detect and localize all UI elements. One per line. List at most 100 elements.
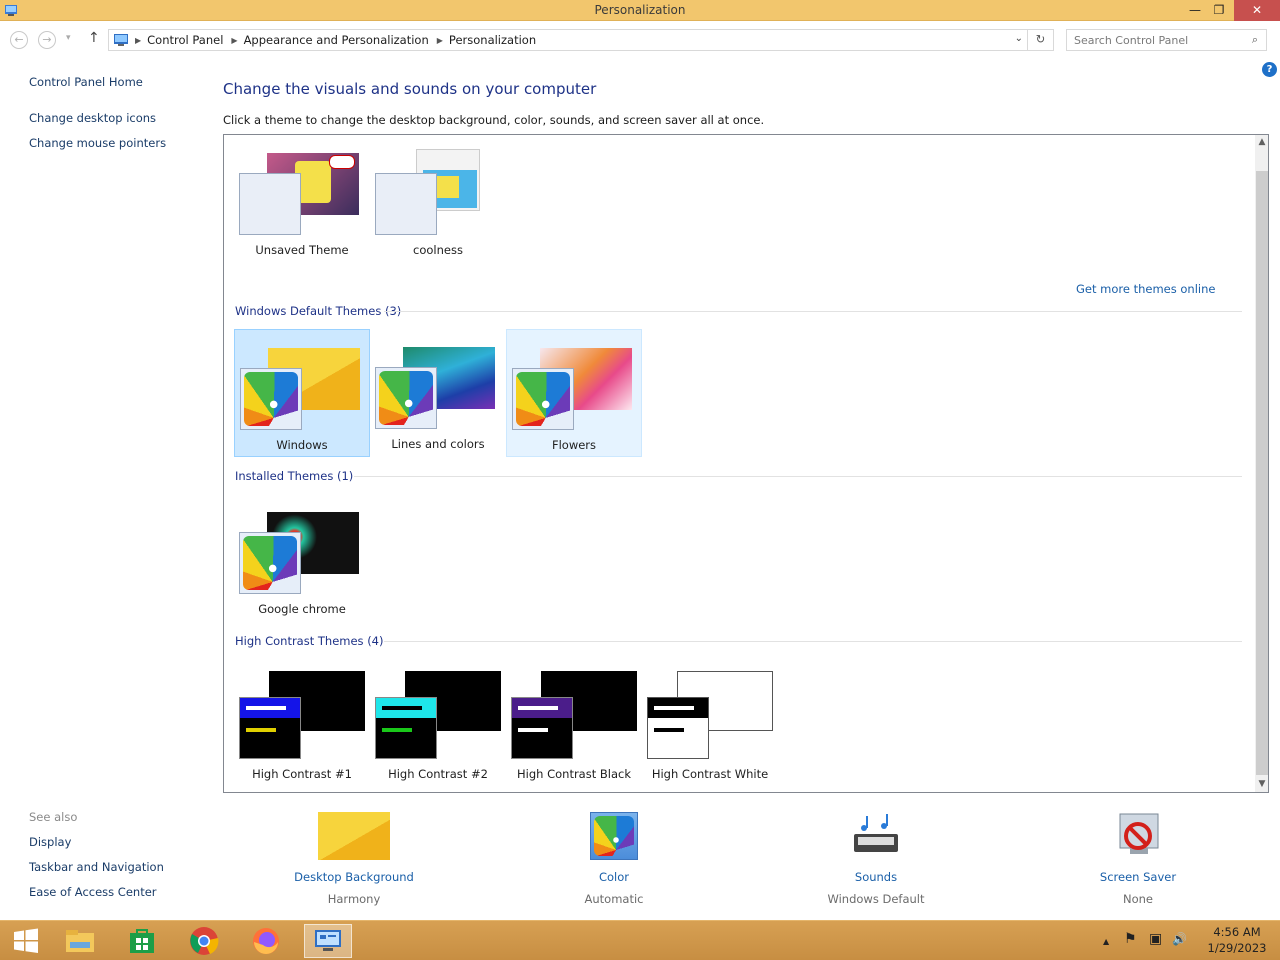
theme-color-swatch — [375, 697, 437, 759]
taskbar-store[interactable] — [118, 924, 166, 958]
theme-color-swatch — [375, 173, 437, 235]
theme-lines-and-colors[interactable]: Lines and colors — [370, 329, 506, 457]
theme-label: High Contrast White — [651, 767, 769, 781]
desktop-background-setting[interactable]: Desktop Background Harmony — [264, 812, 444, 912]
theme-google-chrome[interactable]: Google chrome — [234, 494, 370, 622]
volume-icon[interactable]: 🔊 — [1172, 932, 1187, 946]
color-palette-icon — [590, 812, 638, 860]
setting-name[interactable]: Desktop Background — [264, 870, 444, 884]
minimize-button[interactable]: — — [1183, 0, 1207, 21]
theme-label: coolness — [413, 243, 463, 257]
setting-name[interactable]: Sounds — [786, 870, 966, 884]
start-button[interactable] — [2, 924, 50, 958]
show-hidden-icons-icon[interactable]: ▲ — [1103, 937, 1109, 946]
back-button[interactable]: ← — [10, 31, 28, 49]
scroll-up-arrow-icon[interactable]: ▲ — [1255, 137, 1268, 147]
firefox-icon — [253, 928, 279, 954]
start-icon — [14, 928, 38, 953]
theme-coolness[interactable]: coolness — [370, 135, 506, 263]
store-icon — [130, 929, 154, 953]
window-title: Personalization — [594, 3, 686, 17]
search-icon[interactable]: ⌕ — [1252, 33, 1258, 47]
taskbar-control-panel[interactable] — [304, 924, 352, 958]
sounds-icon — [854, 814, 898, 852]
system-clock[interactable]: 4:56 AM 1/29/2023 — [1198, 924, 1276, 956]
taskbar-navigation-link[interactable]: Taskbar and Navigation — [29, 860, 164, 874]
clock-date: 1/29/2023 — [1207, 941, 1267, 955]
refresh-button[interactable]: ↻ — [1027, 30, 1053, 50]
change-desktop-icons-link[interactable]: Change desktop icons — [29, 111, 156, 125]
color-palette-icon — [244, 372, 298, 426]
setting-value: None — [1122, 892, 1153, 906]
taskbar: ▲ ⚑ ▣ 🔊 4:56 AM 1/29/2023 — [0, 920, 1280, 960]
theme-high-contrast-1[interactable]: High Contrast #1 — [234, 659, 370, 787]
breadcrumb-separator-icon: ▶ — [135, 35, 142, 45]
theme-label: Google chrome — [258, 602, 346, 616]
close-button[interactable]: ✕ — [1234, 0, 1280, 21]
theme-unsaved[interactable]: Unsaved Theme — [234, 135, 370, 263]
chrome-icon — [190, 927, 219, 955]
change-mouse-pointers-link[interactable]: Change mouse pointers — [29, 136, 166, 150]
control-panel-home-link[interactable]: Control Panel Home — [29, 75, 143, 89]
scrollbar-thumb[interactable] — [1256, 171, 1268, 775]
theme-label: High Contrast #1 — [252, 767, 352, 781]
theme-high-contrast-white[interactable]: High Contrast White — [642, 659, 778, 787]
forward-button[interactable]: → — [38, 31, 56, 49]
theme-windows[interactable]: Windows — [234, 329, 370, 457]
theme-color-swatch — [375, 367, 437, 429]
search-input[interactable]: Search Control Panel ⌕ — [1066, 29, 1267, 51]
breadcrumb-separator-icon: ▶ — [436, 35, 443, 45]
vertical-scrollbar[interactable]: ▲ ▼ — [1255, 135, 1268, 792]
theme-flowers[interactable]: Flowers — [506, 329, 642, 457]
breadcrumb-separator-icon: ▶ — [231, 35, 238, 45]
get-more-themes-link[interactable]: Get more themes online — [1076, 282, 1215, 296]
clock-time: 4:56 AM — [1213, 925, 1261, 939]
theme-label: Lines and colors — [391, 437, 485, 451]
theme-color-swatch — [647, 697, 709, 759]
see-also-heading: See also — [29, 810, 78, 824]
theme-label: Unsaved Theme — [255, 243, 349, 257]
recent-locations-chevron-icon[interactable]: ▾ — [66, 33, 71, 43]
display-link[interactable]: Display — [29, 835, 71, 849]
group-heading-default: Windows Default Themes (3) — [235, 304, 402, 318]
help-icon[interactable]: ? — [1262, 62, 1277, 77]
breadcrumb-appearance[interactable]: Appearance and Personalization — [244, 33, 429, 47]
setting-name[interactable]: Screen Saver — [1048, 870, 1228, 884]
page-description: Click a theme to change the desktop back… — [223, 113, 765, 127]
taskbar-chrome[interactable] — [180, 924, 228, 958]
theme-color-swatch — [512, 368, 574, 430]
theme-color-swatch — [239, 697, 301, 759]
group-divider — [384, 311, 1242, 312]
taskbar-file-explorer[interactable] — [56, 924, 104, 958]
setting-value: Automatic — [584, 892, 644, 906]
address-field[interactable]: ▶ Control Panel ▶ Appearance and Persona… — [108, 29, 1054, 51]
up-button[interactable]: ↑ — [88, 30, 100, 46]
action-center-flag-icon[interactable]: ⚑ — [1124, 931, 1137, 947]
theme-label: Windows — [276, 438, 328, 452]
theme-label: High Contrast Black — [517, 767, 631, 781]
scroll-down-arrow-icon[interactable]: ▼ — [1255, 779, 1268, 789]
address-dropdown-icon[interactable]: ⌄ — [1015, 33, 1023, 44]
group-divider — [354, 476, 1242, 477]
color-setting[interactable]: Color Automatic — [524, 812, 704, 912]
theme-high-contrast-black[interactable]: High Contrast Black — [506, 659, 642, 787]
theme-color-swatch — [511, 697, 573, 759]
address-toolbar: ← → ▾ ↑ ▶ Control Panel ▶ Appearance and… — [0, 21, 1280, 59]
setting-name[interactable]: Color — [524, 870, 704, 884]
taskbar-firefox[interactable] — [242, 924, 290, 958]
network-icon[interactable]: ▣ — [1149, 931, 1162, 947]
breadcrumb-personalization[interactable]: Personalization — [449, 33, 536, 47]
group-heading-installed: Installed Themes (1) — [235, 469, 354, 483]
breadcrumb-control-panel[interactable]: Control Panel — [147, 33, 223, 47]
screen-saver-setting[interactable]: Screen Saver None — [1048, 812, 1228, 912]
control-panel-icon — [114, 34, 128, 46]
theme-color-swatch — [239, 532, 301, 594]
theme-label: Flowers — [551, 438, 597, 452]
ease-of-access-link[interactable]: Ease of Access Center — [29, 885, 157, 899]
restore-button[interactable]: ❐ — [1207, 0, 1231, 21]
screen-saver-icon — [1119, 813, 1159, 854]
sounds-setting[interactable]: Sounds Windows Default — [786, 812, 966, 912]
control-panel-icon — [315, 930, 341, 951]
file-explorer-icon — [66, 930, 94, 952]
theme-high-contrast-2[interactable]: High Contrast #2 — [370, 659, 506, 787]
